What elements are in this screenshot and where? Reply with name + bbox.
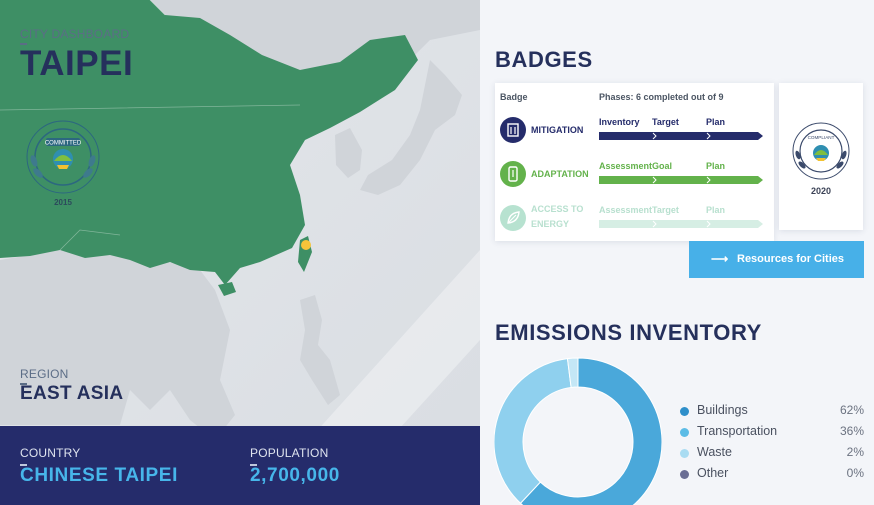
badge-row[interactable]: MITIGATION Inventory Target Plan: [495, 114, 774, 148]
city-name: TAIPEI: [20, 44, 134, 83]
legend-percent: 2%: [846, 445, 864, 459]
phase-progress-bar: [599, 176, 763, 184]
badge-row[interactable]: ACCESS TO ENERGY Assessment Target Plan: [495, 202, 774, 236]
badges-title: BADGES: [495, 47, 593, 72]
legend-percent: 62%: [839, 403, 864, 417]
legend-name: Other: [697, 466, 729, 480]
seal-text: COMMITTED: [45, 141, 82, 147]
legend-name: Transportation: [697, 424, 778, 438]
phase-label: Plan: [706, 161, 726, 171]
legend-item[interactable]: Other 0%: [680, 466, 864, 482]
committed-seal: COMMITTED 2015: [26, 120, 100, 207]
compliant-seal-text: COMPLIANT: [808, 135, 835, 140]
emissions-donut-chart[interactable]: [494, 355, 662, 505]
badge-column-header: Badge: [500, 92, 528, 102]
emissions-inventory-title: EMISSIONS INVENTORY: [495, 320, 762, 345]
population-value: 2,700,000: [250, 465, 340, 486]
badges-card: Badge Phases: 6 completed out of 9 MITIG…: [495, 83, 774, 241]
phase-progress-bar: [599, 132, 763, 140]
phase-label: Target: [652, 117, 679, 127]
seal-year: 2015: [54, 198, 72, 207]
arrow-right-icon: ⟶: [711, 252, 729, 266]
compliant-badge-card[interactable]: COMPLIANT 2020: [779, 83, 863, 230]
donut-slice-transportation[interactable]: [494, 358, 572, 504]
legend-percent: 0%: [846, 466, 864, 480]
legend-name: Buildings: [697, 403, 748, 417]
compliant-seal: COMPLIANT: [792, 122, 850, 180]
country-label: COUNTRY: [20, 446, 81, 460]
phase-label: Target: [652, 205, 679, 215]
phase-label: Inventory: [599, 117, 640, 127]
dashboard-right-panel: BADGES Badge Phases: 6 completed out of …: [480, 0, 874, 505]
phone-icon: [500, 161, 526, 187]
leaf-icon: [500, 205, 526, 231]
legend-dot: [680, 470, 689, 479]
phase-progress-bar: [599, 220, 763, 228]
map-panel: CITY DASHBOARD TAIPEI COMMITTED 2015 REG…: [0, 0, 480, 505]
building-icon: [500, 117, 526, 143]
phase-label: Assessment: [599, 161, 653, 171]
region-label: REGION: [20, 367, 69, 381]
phase-label: Plan: [706, 205, 726, 215]
phase-label: Assessment: [599, 205, 653, 215]
resources-for-cities-button[interactable]: ⟶ Resources for Cities: [689, 241, 864, 278]
city-stats-bar: COUNTRY CHINESE TAIPEI POPULATION 2,700,…: [0, 426, 480, 505]
legend-item[interactable]: Waste 2%: [680, 445, 864, 461]
legend-item[interactable]: Buildings 62%: [680, 403, 864, 419]
land-mainland-south: [0, 250, 235, 440]
legend-dot: [680, 407, 689, 416]
badge-name: ACCESS TO ENERGY: [531, 204, 584, 229]
legend-percent: 36%: [839, 424, 864, 438]
phase-label: Plan: [706, 117, 726, 127]
legend-name: Waste: [697, 445, 732, 459]
resources-button-label: Resources for Cities: [737, 253, 844, 265]
phase-label: Goal: [652, 161, 673, 171]
legend-dot: [680, 428, 689, 437]
region-value: EAST ASIA: [20, 383, 124, 404]
legend-item[interactable]: Transportation 36%: [680, 424, 864, 440]
badge-row[interactable]: ADAPTATION Assessment Goal Plan: [495, 158, 774, 192]
country-value: CHINESE TAIPEI: [20, 465, 178, 486]
badge-name: ADAPTATION: [531, 169, 589, 179]
population-label: POPULATION: [250, 446, 329, 460]
phases-summary: Phases: 6 completed out of 9: [599, 92, 724, 102]
compliant-year: 2020: [810, 186, 832, 196]
city-dashboard-label: CITY DASHBOARD: [20, 27, 130, 41]
badge-name: MITIGATION: [531, 125, 584, 135]
legend-dot: [680, 449, 689, 458]
city-location-marker[interactable]: [301, 240, 311, 250]
